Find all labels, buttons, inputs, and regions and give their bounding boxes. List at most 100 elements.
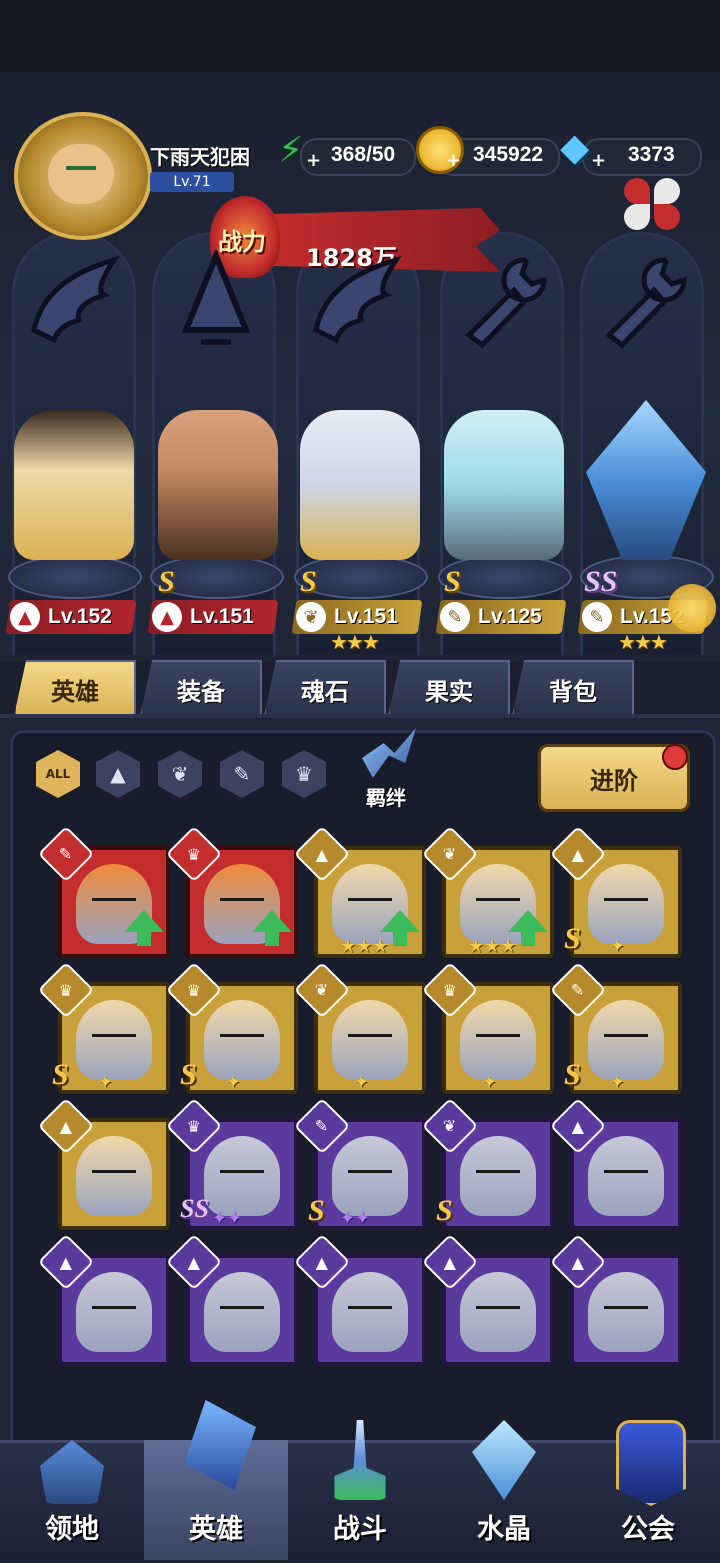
player-level-badge: Lv.71 xyxy=(150,172,234,192)
star-rating: ✦ xyxy=(610,936,626,957)
wing-icon: ❦ xyxy=(296,602,326,632)
wrench-icon: ✎ xyxy=(440,602,470,632)
hero-eyes xyxy=(348,1034,392,1045)
upgrade-arrow-stem xyxy=(521,932,535,946)
lineup-level-bar: ▲ Lv.152 xyxy=(5,600,137,634)
nav-heroes[interactable]: 英雄 xyxy=(144,1400,288,1560)
wrench-icon xyxy=(594,250,694,350)
nav-battle[interactable]: 战斗 xyxy=(288,1420,432,1560)
clover-leaf xyxy=(624,178,650,204)
lineup-hero-3[interactable] xyxy=(300,410,420,560)
upgrade-arrow-stem xyxy=(265,932,279,946)
plus-icon: + xyxy=(306,150,322,171)
plus-icon: + xyxy=(446,150,462,171)
lineup-hero-2[interactable] xyxy=(158,410,278,560)
star-rating: ★★★ xyxy=(340,936,389,957)
star-rating: ★★★ xyxy=(468,936,517,957)
bond-button[interactable]: 羁绊 xyxy=(348,728,428,810)
clover-leaf xyxy=(654,178,680,204)
helmet-icon: ▲ xyxy=(152,602,182,632)
rank-badge: S xyxy=(564,1058,581,1091)
chat-bubble-icon[interactable] xyxy=(668,584,716,632)
nav-guild[interactable]: 公会 xyxy=(576,1420,720,1560)
hero-eyes xyxy=(220,1306,264,1317)
avatar-eye xyxy=(66,166,96,178)
hero-eyes xyxy=(92,1306,136,1317)
hero-eyes xyxy=(348,1306,392,1317)
lineup-stars: ★★★ xyxy=(618,630,668,654)
star-rating: ✦ xyxy=(482,1072,498,1093)
lineup-hero-4[interactable] xyxy=(444,410,564,560)
hero-eyes xyxy=(220,898,264,909)
plus-icon: + xyxy=(591,150,607,171)
hero-eyes xyxy=(220,1034,264,1045)
upgrade-arrow-icon xyxy=(508,910,548,932)
player-level: Lv.71 xyxy=(173,174,211,190)
nav-label: 英雄 xyxy=(189,1514,243,1545)
hero-eyes xyxy=(604,1034,648,1045)
wing-icon xyxy=(306,250,406,350)
lineup-level-bar: ✎ Lv.125 xyxy=(435,600,567,634)
nav-label: 领地 xyxy=(45,1514,99,1545)
hero-eyes xyxy=(220,1170,264,1181)
rank-badge: S xyxy=(308,1194,325,1227)
star-rating: ✦✦ xyxy=(340,1208,371,1229)
lineup-level: Lv.152 xyxy=(48,605,112,628)
rank-badge: S xyxy=(564,922,581,955)
rank-badge: S xyxy=(52,1058,69,1091)
energy-value: 368/50 xyxy=(331,143,396,166)
rank-badge: S xyxy=(158,565,175,598)
bond-label: 羁绊 xyxy=(366,786,406,810)
hero-eyes xyxy=(92,1170,136,1181)
upgrade-arrow-stem xyxy=(137,932,151,946)
hero-eyes xyxy=(476,898,520,909)
bond-icon xyxy=(362,728,416,778)
tab-backpack[interactable]: 背包 xyxy=(512,660,634,716)
upgrade-arrow-stem xyxy=(393,932,407,946)
rank-badge: S xyxy=(180,1058,197,1091)
hero-eyes xyxy=(476,1034,520,1045)
wrench-icon: ✎ xyxy=(582,602,612,632)
hero-eyes xyxy=(604,1306,648,1317)
menu-clover-icon[interactable] xyxy=(618,172,692,232)
tab-heroes[interactable]: 英雄 xyxy=(14,660,136,716)
banner-icon xyxy=(616,1420,686,1506)
rank-badge: S xyxy=(300,565,317,598)
rank-badge: S xyxy=(436,1194,453,1227)
tab-soulstone[interactable]: 魂石 xyxy=(264,660,386,716)
upgrade-arrow-icon xyxy=(380,910,420,932)
star-rating: ✦✦ xyxy=(212,1208,243,1229)
rank-badge: SS xyxy=(180,1194,209,1223)
lineup-stars: ★★★ xyxy=(330,630,380,654)
tab-fruit[interactable]: 果实 xyxy=(388,660,510,716)
filter-all-label: ALL xyxy=(45,767,71,781)
rank-badge: S xyxy=(444,565,461,598)
hero-eyes xyxy=(476,1170,520,1181)
lineup-level-bar: ❦ Lv.151 xyxy=(291,600,423,634)
hero-eyes xyxy=(92,1034,136,1045)
notification-dot xyxy=(662,744,688,770)
tab-equipment[interactable]: 装备 xyxy=(140,660,262,716)
lineup-hero-1[interactable] xyxy=(14,410,134,560)
castle-icon xyxy=(40,1440,104,1504)
star-rating: ✦ xyxy=(226,1072,242,1093)
hero-eyes xyxy=(92,898,136,909)
avatar[interactable] xyxy=(14,112,152,240)
nav-territory[interactable]: 领地 xyxy=(0,1440,144,1560)
lineup-level: Lv.151 xyxy=(190,605,254,628)
lineup-level: Lv.125 xyxy=(478,605,542,628)
helmet-icon: ▲ xyxy=(10,602,40,632)
clover-leaf xyxy=(654,204,680,230)
star-rating: ✦ xyxy=(98,1072,114,1093)
hero-eyes xyxy=(604,898,648,909)
player-name: 下雨天犯困 xyxy=(150,145,250,169)
wrench-icon xyxy=(454,250,554,350)
upgrade-arrow-icon xyxy=(252,910,292,932)
gold-value: 345922 xyxy=(473,143,544,166)
nav-crystal[interactable]: 水晶 xyxy=(432,1420,576,1560)
lineup-level-bar: ▲ Lv.151 xyxy=(147,600,279,634)
status-bar-area xyxy=(0,0,720,72)
rank-badge: SS xyxy=(584,565,618,598)
nav-label: 战斗 xyxy=(333,1514,387,1545)
hero-eyes xyxy=(604,1170,648,1181)
